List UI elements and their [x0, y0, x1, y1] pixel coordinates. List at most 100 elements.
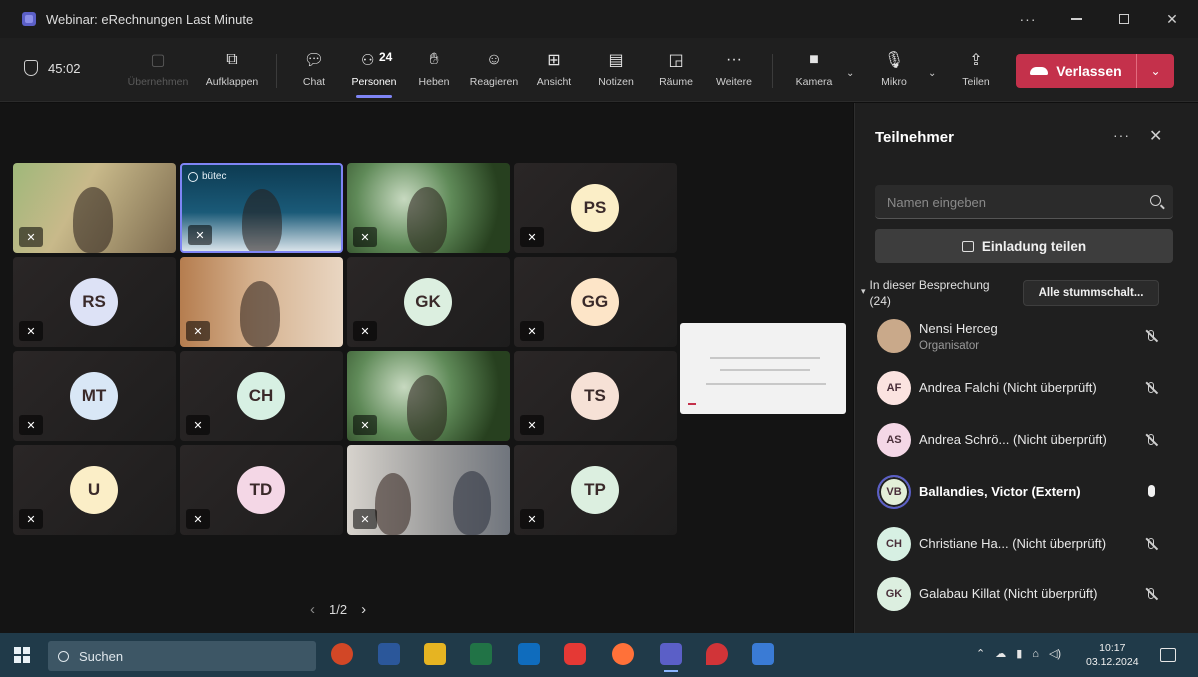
taskbar-search[interactable]: Suchen [48, 641, 316, 671]
outlook-app-icon[interactable] [518, 643, 540, 665]
onedrive-icon[interactable]: ☁ [995, 647, 1006, 660]
file-explorer-app-icon[interactable] [424, 643, 446, 665]
tray-chevron-icon[interactable]: ⌃ [976, 647, 985, 660]
participant-tile-ch[interactable]: CH ✕ [180, 351, 343, 441]
leave-button[interactable]: Verlassen [1016, 54, 1136, 88]
participant-tile-tp[interactable]: TP ✕ [514, 445, 677, 535]
participant-video-tile[interactable]: ✕ [347, 445, 510, 535]
participant-video-tile[interactable]: ✕ [347, 163, 510, 253]
participant-video-tile[interactable]: ✕ [13, 163, 176, 253]
close-window-button[interactable]: ✕ [1148, 0, 1196, 38]
share-take-control-button[interactable]: ▢ Übernehmen [128, 48, 189, 96]
mic-button[interactable]: 🎙︎ Mikro [864, 48, 924, 96]
breakout-rooms-icon: ◲ [668, 52, 684, 69]
participant-tile-mt[interactable]: MT ✕ [13, 351, 176, 441]
previous-page-icon[interactable]: ‹ [310, 601, 315, 618]
shared-content-thumbnail[interactable] [680, 323, 846, 414]
panel-close-icon[interactable]: ✕ [1149, 126, 1162, 146]
participant-video-tile[interactable]: ✕ [180, 257, 343, 347]
participant-tile-u[interactable]: U ✕ [13, 445, 176, 535]
avatar: TS [571, 372, 619, 420]
mic-options-chevron-icon[interactable]: ⌄ [928, 68, 936, 79]
red-app-icon[interactable] [564, 643, 586, 665]
react-button[interactable]: ☺ Reagieren [464, 48, 524, 96]
leave-button-group: Verlassen ⌄ [1016, 54, 1174, 88]
rooms-button[interactable]: ◲ Räume [646, 48, 706, 96]
window-more-icon[interactable]: ··· [1008, 0, 1048, 38]
firefox-app-icon[interactable] [612, 643, 634, 665]
participant-tile-td[interactable]: TD ✕ [180, 445, 343, 535]
people-button[interactable]: ⚇ 24 Personen [344, 48, 404, 98]
drop-app-icon[interactable] [706, 643, 728, 665]
title-bar: Webinar: eRechnungen Last Minute ··· ✕ [0, 0, 1198, 38]
notes-button[interactable]: ▤ Notizen [586, 48, 646, 96]
panel-title: Teilnehmer [875, 129, 954, 146]
panel-more-icon[interactable]: ··· [1113, 127, 1130, 143]
teams-app-icon[interactable] [660, 643, 682, 672]
participant-search-input[interactable] [875, 185, 1125, 219]
mic-off-icon[interactable] [1143, 431, 1159, 447]
participant-row[interactable]: CH Christiane Ha... (Nicht überprüft) [855, 519, 1198, 569]
view-button[interactable]: ⊞ Ansicht [524, 48, 584, 96]
participant-tile-ps[interactable]: PS ✕ [514, 163, 677, 253]
next-page-icon[interactable]: › [361, 601, 366, 618]
participant-tile-rs[interactable]: RS ✕ [13, 257, 176, 347]
participant-tile-ts[interactable]: TS ✕ [514, 351, 677, 441]
windows-taskbar: Suchen ⌃ ☁ ▮ ⌂ ◁) 10:17 03.12.2024 [0, 633, 1198, 677]
participant-role: Organisator [919, 340, 980, 352]
participant-video-tile[interactable]: ✕ [347, 351, 510, 441]
mic-off-icon: ✕ [186, 509, 210, 529]
participant-tile-gg[interactable]: GG ✕ [514, 257, 677, 347]
more-button[interactable]: ··· Weitere [704, 48, 764, 96]
volume-icon[interactable]: ◁) [1049, 647, 1061, 660]
participant-row[interactable]: AF Andrea Falchi (Nicht überprüft) [855, 363, 1198, 413]
leave-options-chevron-icon[interactable]: ⌄ [1136, 54, 1174, 88]
share-invite-button[interactable]: Einladung teilen [875, 229, 1173, 263]
snipping-app-icon[interactable] [752, 643, 774, 665]
share-screen-button[interactable]: ⇪ Teilen [946, 48, 1006, 96]
share-tray-icon: ⇪ [969, 52, 983, 69]
excel-app-icon[interactable] [470, 643, 492, 665]
mute-all-button[interactable]: Alle stummschalt... [1023, 280, 1159, 306]
usb-icon[interactable]: ▮ [1016, 647, 1022, 660]
participant-video-feed [240, 281, 280, 347]
maximize-button[interactable] [1100, 0, 1148, 38]
avatar: VB [877, 475, 911, 509]
powerpoint-app-icon[interactable] [331, 643, 353, 665]
more-icon: ··· [726, 51, 742, 68]
taskbar-clock[interactable]: 10:17 03.12.2024 [1086, 641, 1139, 669]
slide-diagram-line [710, 357, 820, 359]
participant-tile-gk[interactable]: GK ✕ [347, 257, 510, 347]
screen-share-icon: ▢ [150, 52, 166, 69]
mic-off-icon[interactable] [1143, 379, 1159, 395]
participant-video-tile[interactable]: bütec ✕ [180, 163, 343, 253]
shield-icon [24, 60, 38, 76]
avatar: GK [404, 278, 452, 326]
avatar: PS [571, 184, 619, 232]
search-icon [58, 650, 69, 662]
camera-button[interactable]: ■ Kamera [784, 48, 844, 96]
camera-options-chevron-icon[interactable]: ⌄ [846, 68, 854, 79]
teams-logo-icon [22, 12, 36, 26]
raise-hand-button[interactable]: ✋︎ Heben [404, 48, 464, 96]
search-icon[interactable] [1150, 195, 1161, 206]
windows-start-icon[interactable] [14, 647, 30, 663]
minimize-button[interactable] [1052, 0, 1100, 38]
word-app-icon[interactable] [378, 643, 400, 665]
participant-row[interactable]: Nensi Herceg Organisator [855, 311, 1198, 361]
mic-on-icon[interactable] [1143, 483, 1159, 499]
mic-off-icon[interactable] [1143, 535, 1159, 551]
notification-icon[interactable] [1160, 648, 1176, 662]
network-icon[interactable]: ⌂ [1032, 648, 1039, 660]
mic-off-icon[interactable] [1143, 585, 1159, 601]
participant-row[interactable]: VB Ballandies, Victor (Extern) [855, 467, 1198, 517]
mic-off-icon[interactable] [1143, 327, 1159, 343]
meeting-section-header[interactable]: ▾ In dieser Besprechung (24) [861, 277, 990, 309]
chat-button[interactable]: 💬︎ Chat [284, 48, 344, 96]
mic-off-icon: ✕ [520, 509, 544, 529]
avatar: AS [877, 423, 911, 457]
participant-name: Andrea Schrö... (Nicht überprüft) [919, 432, 1107, 447]
participant-row[interactable]: AS Andrea Schrö... (Nicht überprüft) [855, 415, 1198, 465]
participant-row[interactable]: GK Galabau Killat (Nicht überprüft) [855, 569, 1198, 619]
popout-button[interactable]: ⧉ Aufklappen [202, 48, 262, 96]
